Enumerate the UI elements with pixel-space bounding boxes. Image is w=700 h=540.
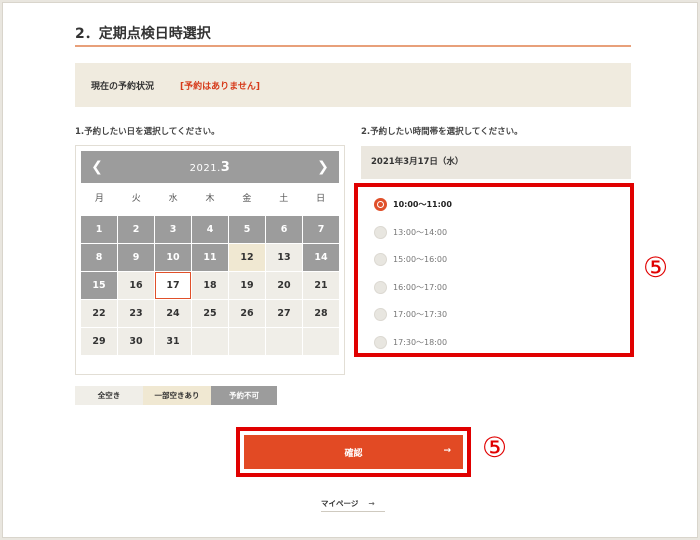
calendar-day[interactable]: 30 xyxy=(118,328,154,355)
calendar-empty-cell xyxy=(266,328,302,355)
timeslot-label: 13:00～14:00 xyxy=(393,227,448,237)
reservation-status-box: 現在の予約状況 [予約はありません] xyxy=(75,63,631,107)
timeslot-option[interactable]: 15:00～16:00 xyxy=(374,252,447,266)
timeslot-label: 16:00～17:00 xyxy=(393,282,448,292)
weekday-label: 水 xyxy=(168,194,178,204)
calendar-day[interactable]: 18 xyxy=(192,272,228,299)
radio-button[interactable] xyxy=(374,197,387,211)
calendar-year: 2021. xyxy=(189,162,221,174)
arrow-right-icon: → xyxy=(443,446,451,456)
calendar-day: 15 xyxy=(81,272,117,299)
section-title: 2．定期点検日時選択 xyxy=(75,26,211,42)
page: 2．定期点検日時選択 現在の予約状況 [予約はありません] 1.予約したい日を選… xyxy=(2,2,698,538)
mypage-link-label: マイページ xyxy=(321,499,359,508)
calendar-day: 5 xyxy=(229,216,265,243)
calendar-day: 8 xyxy=(81,244,117,271)
selected-date-header: 2021年3月17日（水） xyxy=(361,146,631,179)
mypage-link[interactable]: マイページ → xyxy=(321,496,385,512)
timeslot-label: 17:00～17:30 xyxy=(393,309,448,319)
calendar-empty-cell xyxy=(192,328,228,355)
radio-button[interactable] xyxy=(374,280,387,294)
chevron-left-icon[interactable]: ❮ xyxy=(89,159,105,175)
radio-button[interactable] xyxy=(374,307,387,321)
calendar-day: 2 xyxy=(118,216,154,243)
chevron-right-icon[interactable]: ❯ xyxy=(315,159,331,175)
weekday-label: 土 xyxy=(279,194,289,204)
calendar-day: 14 xyxy=(303,244,339,271)
status-label: 現在の予約状況 xyxy=(91,81,155,92)
calendar-legend: 全空き 一部空きあり 予約不可 xyxy=(75,386,277,405)
legend-partial: 一部空きあり xyxy=(143,386,211,405)
calendar-day[interactable]: 26 xyxy=(229,300,265,327)
calendar-day[interactable]: 27 xyxy=(266,300,302,327)
calendar-day: 7 xyxy=(303,216,339,243)
calendar-day: 11 xyxy=(192,244,228,271)
timeslot-step-label: 2.予約したい時間帯を選択してください。 xyxy=(361,127,523,137)
calendar-month: 2021.3 xyxy=(190,160,231,175)
legend-open: 全空き xyxy=(75,386,143,405)
calendar-day: 4 xyxy=(192,216,228,243)
calendar-day[interactable]: 17 xyxy=(155,272,191,299)
calendar-day[interactable]: 13 xyxy=(266,244,302,271)
calendar-day: 1 xyxy=(81,216,117,243)
timeslot-label: 15:00～16:00 xyxy=(393,254,448,264)
arrow-right-icon: → xyxy=(368,499,375,508)
calendar-day[interactable]: 19 xyxy=(229,272,265,299)
calendar-day[interactable]: 16 xyxy=(118,272,154,299)
weekday-label: 月 xyxy=(94,194,104,204)
annotation-marker-confirm: ⑤ xyxy=(482,431,508,464)
calendar-empty-cell xyxy=(229,328,265,355)
calendar-day: 6 xyxy=(266,216,302,243)
annotation-marker-slots: ⑤ xyxy=(643,251,669,284)
timeslot-option[interactable]: 17:30～18:00 xyxy=(374,335,447,349)
calendar-day: 9 xyxy=(118,244,154,271)
timeslot-option[interactable]: 13:00～14:00 xyxy=(374,225,447,239)
timeslot-option[interactable]: 16:00～17:00 xyxy=(374,280,447,294)
calendar-month-number: 3 xyxy=(220,159,231,175)
weekday-label: 火 xyxy=(131,194,141,204)
weekday-header: 月火水木金土日 xyxy=(81,188,339,210)
legend-unavailable: 予約不可 xyxy=(211,386,277,405)
timeslot-label: 10:00～11:00 xyxy=(393,199,452,209)
radio-button[interactable] xyxy=(374,335,387,349)
calendar-day[interactable]: 29 xyxy=(81,328,117,355)
calendar-day[interactable]: 22 xyxy=(81,300,117,327)
radio-button[interactable] xyxy=(374,225,387,239)
weekday-label: 木 xyxy=(205,194,215,204)
confirm-button-label: 確認 xyxy=(344,448,363,459)
weekday-label: 金 xyxy=(242,194,252,204)
radio-button[interactable] xyxy=(374,252,387,266)
calendar-day: 10 xyxy=(155,244,191,271)
timeslot-list: 10:00～11:00 13:00～14:00 15:00～16:00 16:00～1… xyxy=(354,183,634,357)
calendar-day[interactable]: 23 xyxy=(118,300,154,327)
weekday-label: 日 xyxy=(316,194,326,204)
calendar-day[interactable]: 31 xyxy=(155,328,191,355)
calendar-day[interactable]: 12 xyxy=(229,244,265,271)
title-divider xyxy=(75,45,631,47)
calendar-day: 3 xyxy=(155,216,191,243)
calendar: ❮ 2021.3 ❯ 月火水木金土日 1 2 3 4 5 6 7 8 9 10 11 12 13 14 15… xyxy=(75,145,345,375)
calendar-days: 1 2 3 4 5 6 7 8 9 10 11 12 13 14 15 16 17 18 19 20 21 22 23 24 2… xyxy=(81,216,341,355)
calendar-empty-cell xyxy=(303,328,339,355)
calendar-day[interactable]: 24 xyxy=(155,300,191,327)
calendar-day[interactable]: 25 xyxy=(192,300,228,327)
calendar-step-label: 1.予約したい日を選択してください。 xyxy=(75,127,220,137)
status-value: [予約はありません] xyxy=(180,81,260,92)
calendar-day[interactable]: 28 xyxy=(303,300,339,327)
calendar-day[interactable]: 20 xyxy=(266,272,302,299)
calendar-day[interactable]: 21 xyxy=(303,272,339,299)
timeslot-label: 17:30～18:00 xyxy=(393,337,448,347)
timeslot-option[interactable]: 10:00～11:00 xyxy=(374,197,452,211)
calendar-header: ❮ 2021.3 ❯ xyxy=(81,151,339,183)
timeslot-option[interactable]: 17:00～17:30 xyxy=(374,307,447,321)
confirm-button[interactable]: 確認 → xyxy=(243,434,464,470)
